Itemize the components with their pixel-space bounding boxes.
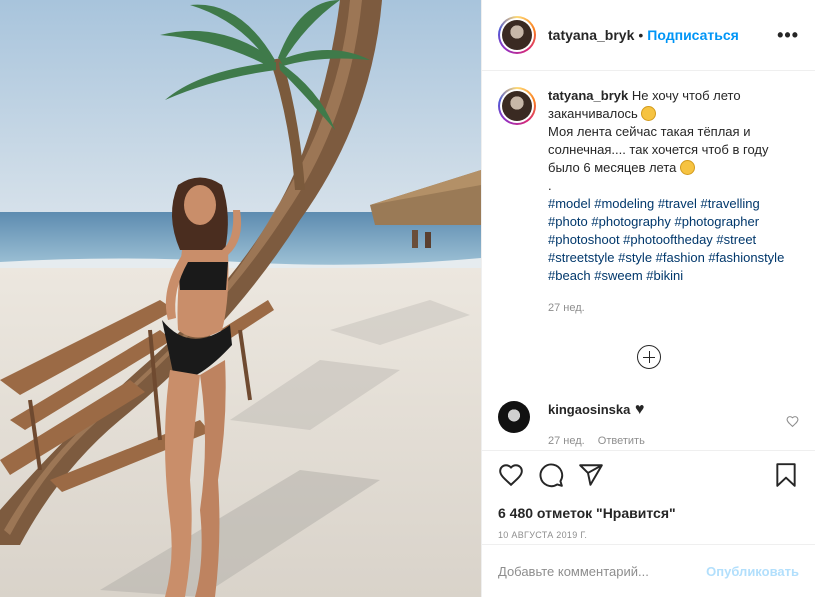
add-comment-bar: Опубликовать [482, 544, 815, 597]
comment-timestamp[interactable]: 27 нед. [548, 435, 585, 447]
post-header: tatyana_bryk • Подписаться ••• [482, 0, 815, 71]
comment-bubble-icon[interactable] [538, 462, 564, 488]
load-more-comments-icon[interactable] [637, 345, 661, 369]
follow-button[interactable]: Подписаться [647, 27, 739, 43]
likes-count[interactable]: 6 480 отметок "Нравится" [498, 505, 799, 521]
caption-line-3: . [548, 178, 552, 193]
commenter-username[interactable]: kingaosinska [548, 402, 630, 417]
post-caption: tatyana_bryk Не хочу чтоб лето заканчива… [498, 87, 799, 317]
publish-button[interactable]: Опубликовать [706, 564, 799, 579]
save-bookmark-icon[interactable] [773, 462, 799, 488]
caption-author-username[interactable]: tatyana_bryk [548, 88, 628, 103]
post-photo[interactable] [0, 0, 481, 597]
share-paper-plane-icon[interactable] [578, 462, 604, 488]
comment-input[interactable] [498, 563, 698, 579]
like-heart-icon[interactable] [498, 462, 524, 488]
sweat-smile-emoji-icon [680, 160, 696, 175]
post-actions: 6 480 отметок "Нравится" 10 АВГУСТА 2019… [482, 450, 815, 540]
author-username[interactable]: tatyana_bryk [548, 27, 634, 43]
comments-area[interactable]: tatyana_bryk Не хочу чтоб лето заканчива… [482, 71, 815, 451]
caption-hashtags[interactable]: #model #modeling #travel #travelling #ph… [548, 196, 784, 283]
commenter-avatar[interactable] [498, 401, 530, 433]
post-side-panel: tatyana_bryk • Подписаться ••• tatyana_b… [481, 0, 815, 597]
more-options-icon[interactable]: ••• [777, 25, 799, 46]
caption-line-2: Моя лента сейчас такая тёплая и солнечна… [548, 124, 769, 175]
comment-text: ♥ [634, 401, 645, 418]
separator-dot: • [638, 27, 644, 43]
post-date[interactable]: 10 АВГУСТА 2019 Г. [498, 530, 799, 540]
author-avatar[interactable] [498, 16, 536, 54]
sad-face-emoji-icon [641, 106, 657, 121]
caption-author-avatar[interactable] [498, 87, 536, 125]
comment-item: kingaosinska ♥ 27 нед. Ответить [498, 401, 799, 447]
reply-button[interactable]: Ответить [598, 435, 645, 447]
caption-timestamp[interactable]: 27 нед. [548, 299, 788, 317]
comment-like-icon[interactable] [786, 415, 799, 428]
